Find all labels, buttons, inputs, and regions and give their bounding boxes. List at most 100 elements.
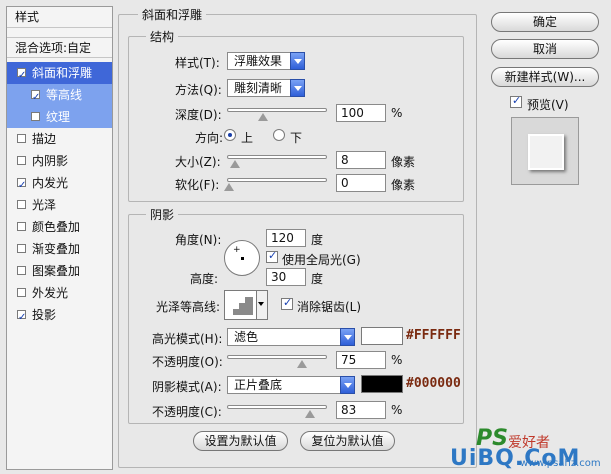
sidebar-item-checkbox[interactable] bbox=[17, 222, 26, 231]
technique-dropdown-value: 雕刻清晰 bbox=[234, 81, 283, 95]
sidebar-item-checkbox[interactable] bbox=[17, 288, 26, 297]
sidebar-item-label: 图案叠加 bbox=[32, 264, 81, 278]
bevel-emboss-title: 斜面和浮雕 bbox=[138, 6, 207, 23]
sidebar-item-checkbox[interactable] bbox=[31, 112, 40, 121]
shadow-opacity-thumb[interactable] bbox=[305, 410, 315, 418]
sidebar-item-label: 外发光 bbox=[32, 286, 69, 300]
sidebar-item-label: 内阴影 bbox=[32, 154, 69, 168]
preview-label: 预览(V) bbox=[527, 98, 569, 112]
highlight-opacity-unit: % bbox=[391, 353, 403, 367]
sidebar-item-3[interactable]: 纹理 bbox=[7, 106, 112, 128]
blending-options-item[interactable]: 混合选项:自定 bbox=[7, 37, 112, 58]
cancel-button[interactable]: 取消 bbox=[491, 39, 599, 59]
altitude-input[interactable]: 30 bbox=[266, 268, 306, 286]
depth-slider-thumb[interactable] bbox=[258, 113, 268, 121]
reset-default-button[interactable]: 复位为默认值 bbox=[300, 431, 395, 451]
sidebar-item-10[interactable]: 图案叠加 bbox=[7, 260, 112, 282]
ok-button[interactable]: 确定 bbox=[491, 12, 599, 32]
sidebar-item-8[interactable]: 颜色叠加 bbox=[7, 216, 112, 238]
angle-unit: 度 bbox=[311, 233, 324, 247]
angle-input[interactable]: 120 bbox=[266, 229, 306, 247]
sidebar-item-checkbox[interactable] bbox=[17, 266, 26, 275]
style-dropdown-value: 浮雕效果 bbox=[234, 54, 283, 68]
sidebar-item-checkbox[interactable] bbox=[17, 175, 26, 197]
chevron-down-icon[interactable] bbox=[256, 290, 268, 320]
sidebar-item-checkbox[interactable] bbox=[17, 65, 26, 87]
sidebar-item-checkbox[interactable] bbox=[31, 87, 40, 109]
sidebar-item-checkbox[interactable] bbox=[17, 307, 26, 329]
sidebar-item-2[interactable]: 等高线 bbox=[7, 84, 112, 109]
antialias-checkbox[interactable] bbox=[281, 296, 293, 310]
size-slider[interactable] bbox=[227, 155, 327, 159]
structure-title: 结构 bbox=[146, 28, 179, 45]
shadow-opacity-slider[interactable] bbox=[227, 405, 327, 409]
sidebar-item-4[interactable]: 描边 bbox=[7, 128, 112, 150]
contour-curve-icon bbox=[227, 297, 253, 315]
sidebar-item-checkbox[interactable] bbox=[17, 156, 26, 165]
style-dropdown[interactable]: 浮雕效果 bbox=[227, 52, 305, 70]
highlight-color-swatch[interactable] bbox=[361, 327, 403, 345]
styles-header[interactable]: 样式 bbox=[7, 7, 112, 28]
depth-input[interactable]: 100 bbox=[336, 104, 386, 122]
antialias-label: 消除锯齿(L) bbox=[297, 300, 362, 314]
size-unit: 像素 bbox=[391, 155, 416, 169]
sidebar-item-5[interactable]: 内阴影 bbox=[7, 150, 112, 172]
shadow-color-swatch[interactable] bbox=[361, 375, 403, 393]
gloss-contour-label: 光泽等高线: bbox=[156, 300, 221, 314]
size-input[interactable]: 8 bbox=[336, 151, 386, 169]
shading-title: 阴影 bbox=[146, 206, 179, 223]
shadow-opacity-input[interactable]: 83 bbox=[336, 401, 386, 419]
sidebar-item-6[interactable]: 内发光 bbox=[7, 172, 112, 197]
technique-dropdown[interactable]: 雕刻清晰 bbox=[227, 79, 305, 97]
chevron-down-icon[interactable] bbox=[290, 52, 305, 70]
sidebar-item-checkbox[interactable] bbox=[17, 244, 26, 253]
make-default-button[interactable]: 设置为默认值 bbox=[193, 431, 288, 451]
soften-unit: 像素 bbox=[391, 178, 416, 192]
angle-dial[interactable]: + bbox=[224, 240, 260, 276]
highlight-mode-value: 滤色 bbox=[234, 330, 259, 344]
chevron-down-icon[interactable] bbox=[340, 376, 355, 394]
depth-slider[interactable] bbox=[227, 108, 327, 112]
sidebar-item-1[interactable]: 斜面和浮雕 bbox=[7, 62, 112, 87]
shadow-mode-dropdown[interactable]: 正片叠底 bbox=[227, 376, 355, 394]
highlight-opacity-label: 不透明度(O): bbox=[152, 355, 223, 369]
highlight-mode-dropdown[interactable]: 滤色 bbox=[227, 328, 355, 346]
preview-checkbox[interactable] bbox=[510, 94, 522, 108]
direction-down-radio[interactable] bbox=[273, 129, 285, 141]
sidebar-item-label: 光泽 bbox=[32, 198, 57, 212]
highlight-opacity-input[interactable]: 75 bbox=[336, 351, 386, 369]
sidebar-item-checkbox[interactable] bbox=[17, 200, 26, 209]
chevron-down-icon[interactable] bbox=[340, 328, 355, 346]
sidebar-item-label: 渐变叠加 bbox=[32, 242, 81, 256]
soften-slider-thumb[interactable] bbox=[224, 183, 234, 191]
sidebar-item-checkbox[interactable] bbox=[17, 134, 26, 143]
direction-up-radio[interactable] bbox=[224, 129, 236, 141]
size-slider-thumb[interactable] bbox=[230, 160, 240, 168]
sidebar-item-9[interactable]: 渐变叠加 bbox=[7, 238, 112, 260]
angle-dial-center bbox=[241, 257, 244, 260]
styles-panel: 样式 混合选项:自定 斜面和浮雕等高线纹理描边内阴影内发光光泽颜色叠加渐变叠加图… bbox=[6, 6, 113, 470]
highlight-mode-label: 高光模式(H): bbox=[152, 332, 223, 346]
chevron-down-icon[interactable] bbox=[290, 79, 305, 97]
sidebar-item-label: 斜面和浮雕 bbox=[32, 66, 93, 80]
sidebar-item-label: 颜色叠加 bbox=[32, 220, 81, 234]
soften-label: 软化(F): bbox=[175, 178, 220, 192]
gloss-contour-picker[interactable] bbox=[224, 290, 258, 320]
sidebar-item-11[interactable]: 外发光 bbox=[7, 282, 112, 304]
angle-label: 角度(N): bbox=[175, 233, 222, 247]
style-label: 样式(T): bbox=[175, 56, 220, 70]
sidebar-item-12[interactable]: 投影 bbox=[7, 304, 112, 329]
soften-slider[interactable] bbox=[227, 178, 327, 182]
technique-label: 方法(Q): bbox=[175, 83, 222, 97]
preview-thumbnail bbox=[511, 117, 579, 185]
altitude-label: 高度: bbox=[190, 272, 219, 286]
global-light-checkbox[interactable] bbox=[266, 249, 278, 263]
direction-up-label: 上 bbox=[241, 131, 254, 145]
highlight-opacity-slider[interactable] bbox=[227, 355, 327, 359]
new-style-button[interactable]: 新建样式(W)... bbox=[491, 67, 599, 87]
global-light-label: 使用全局光(G) bbox=[282, 253, 361, 267]
direction-down-label: 下 bbox=[290, 131, 303, 145]
soften-input[interactable]: 0 bbox=[336, 174, 386, 192]
sidebar-item-7[interactable]: 光泽 bbox=[7, 194, 112, 216]
highlight-opacity-thumb[interactable] bbox=[297, 360, 307, 368]
